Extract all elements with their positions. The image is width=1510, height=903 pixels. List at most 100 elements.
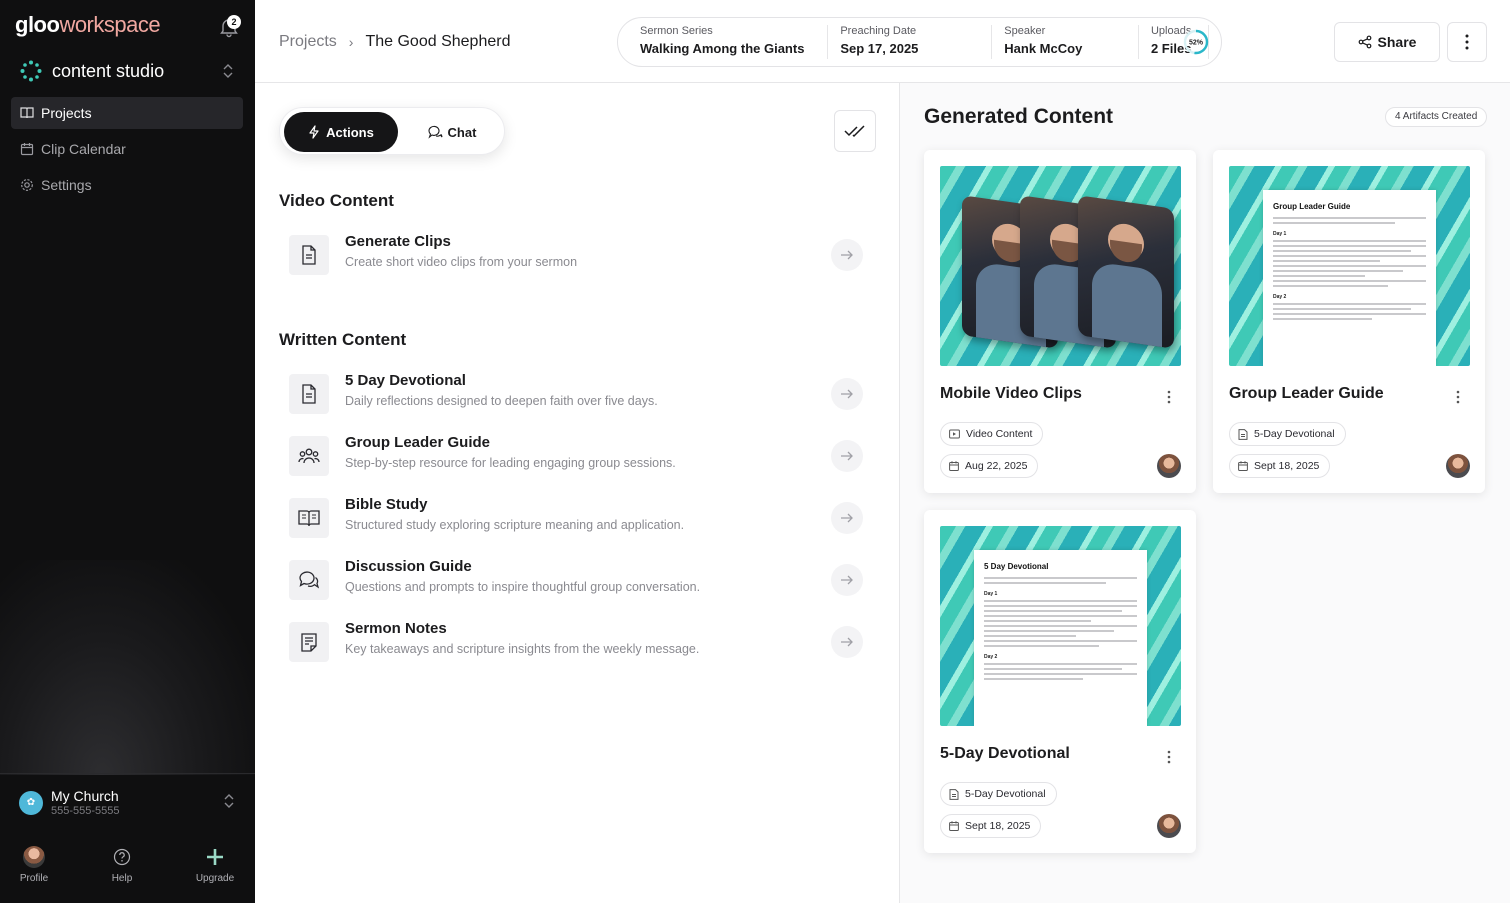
share-button[interactable]: Share <box>1334 22 1440 62</box>
open-book-icon <box>289 498 329 538</box>
share-label: Share <box>1377 34 1417 50</box>
arrow-right-icon[interactable] <box>831 239 863 271</box>
arrow-right-icon[interactable] <box>831 564 863 596</box>
studio-switcher[interactable]: content studio <box>20 58 242 84</box>
card-tag: 5-Day Devotional <box>1229 422 1346 446</box>
doc-preview-day1: Day 1 <box>984 591 998 597</box>
calendar-icon <box>949 461 959 471</box>
sermon-series: Sermon Series Walking Among the Giants <box>640 25 829 59</box>
more-menu-button[interactable] <box>1447 22 1487 62</box>
action-title: 5 Day Devotional <box>345 372 466 389</box>
tab-chat[interactable]: Chat <box>410 112 494 152</box>
help-button[interactable]: Help <box>102 845 142 884</box>
preaching-date-label: Preaching Date <box>840 25 917 37</box>
artifact-card-mobile-video-clips[interactable]: Mobile Video Clips Video Content Aug 22,… <box>924 150 1196 493</box>
brand-logo[interactable]: glooworkspace <box>15 12 161 38</box>
document-icon <box>289 374 329 414</box>
mark-complete-button[interactable] <box>834 110 876 152</box>
upgrade-button[interactable]: Upgrade <box>190 845 240 884</box>
chevron-updown-icon <box>224 794 234 808</box>
action-5-day-devotional[interactable]: 5 Day Devotional Daily reflections desig… <box>289 370 865 420</box>
written-content-heading: Written Content <box>279 330 407 349</box>
calendar-icon <box>20 143 34 156</box>
card-tag-label: 5-Day Devotional <box>1254 428 1335 440</box>
breadcrumb-projects[interactable]: Projects <box>279 33 337 51</box>
preaching-date-value: Sep 17, 2025 <box>840 41 919 56</box>
document-icon <box>289 235 329 275</box>
avatar <box>1157 454 1181 478</box>
sidebar-item-clip-calendar[interactable]: Clip Calendar <box>11 133 243 165</box>
action-description: Questions and prompts to inspire thought… <box>345 580 701 594</box>
profile-label: Profile <box>19 873 49 884</box>
brand-primary: gloo <box>15 12 60 37</box>
calendar-icon <box>949 821 959 831</box>
action-sermon-notes[interactable]: Sermon Notes Key takeaways and scripture… <box>289 618 865 668</box>
sidebar: glooworkspace 2 content studio Projects … <box>0 0 255 903</box>
artifact-card-5-day-devotional[interactable]: 5 Day Devotional Day 1 Day 2 5-Day Devot… <box>924 510 1196 853</box>
card-date: Sept 18, 2025 <box>1229 454 1331 478</box>
action-generate-clips[interactable]: Generate Clips Create short video clips … <box>289 231 865 281</box>
church-logo-icon: ✿ <box>19 790 43 815</box>
top-header: Projects › The Good Shepherd Sermon Seri… <box>255 0 1510 83</box>
kebab-icon[interactable] <box>1167 750 1171 764</box>
card-title: Mobile Video Clips <box>940 385 1082 402</box>
action-bible-study[interactable]: Bible Study Structured study exploring s… <box>289 494 865 544</box>
arrow-right-icon[interactable] <box>831 378 863 410</box>
breadcrumb: Projects › The Good Shepherd <box>279 33 510 51</box>
chat-bubbles-icon <box>289 560 329 600</box>
arrow-right-icon[interactable] <box>831 502 863 534</box>
document-preview: Group Leader Guide Day 1 Day 2 <box>1263 190 1436 366</box>
card-tag: 5-Day Devotional <box>940 782 1057 806</box>
avatar <box>1446 454 1470 478</box>
speaker: Speaker Hank McCoy <box>1004 25 1139 59</box>
group-guide-thumbnail: Group Leader Guide Day 1 Day 2 <box>1229 166 1470 366</box>
action-group-leader-guide[interactable]: Group Leader Guide Step-by-step resource… <box>289 432 865 482</box>
card-date: Aug 22, 2025 <box>940 454 1039 478</box>
action-description: Create short video clips from your sermo… <box>345 255 578 269</box>
chevron-right-icon: › <box>348 34 354 50</box>
church-switcher[interactable]: ✿ My Church 555-555-5555 <box>0 773 255 831</box>
artifacts-count-badge: 4 Artifacts Created <box>1385 107 1488 127</box>
action-title: Discussion Guide <box>345 558 472 575</box>
doc-preview-title: Group Leader Guide <box>1273 202 1351 211</box>
calendar-icon <box>1238 461 1248 471</box>
action-title: Sermon Notes <box>345 620 447 637</box>
double-check-icon <box>844 125 865 138</box>
kebab-icon[interactable] <box>1456 390 1460 404</box>
card-title: 5-Day Devotional <box>940 745 1070 762</box>
card-tag-label: Video Content <box>966 428 1033 440</box>
document-preview: 5 Day Devotional Day 1 Day 2 <box>974 550 1147 726</box>
preaching-date: Preaching Date Sep 17, 2025 <box>840 25 993 59</box>
action-description: Structured study exploring scripture mea… <box>345 518 685 532</box>
lightning-icon <box>309 125 319 139</box>
doc-preview-day2: Day 2 <box>1273 294 1287 300</box>
arrow-right-icon[interactable] <box>831 626 863 658</box>
church-phone: 555-555-5555 <box>51 805 120 817</box>
mode-toggle: Actions Chat <box>279 107 505 155</box>
document-icon <box>949 788 959 800</box>
action-discussion-guide[interactable]: Discussion Guide Questions and prompts t… <box>289 556 865 606</box>
card-date: Sept 18, 2025 <box>940 814 1042 838</box>
notes-icon <box>289 622 329 662</box>
help-icon <box>113 848 131 866</box>
avatar <box>23 846 45 868</box>
book-open-icon <box>20 107 34 119</box>
card-date-label: Aug 22, 2025 <box>965 460 1028 472</box>
action-description: Key takeaways and scripture insights fro… <box>345 642 700 656</box>
church-name: My Church <box>51 788 119 804</box>
sidebar-item-label: Settings <box>41 177 92 193</box>
profile-button[interactable]: Profile <box>14 845 54 884</box>
artifact-card-group-leader-guide[interactable]: Group Leader Guide Day 1 Day 2 Group Lea… <box>1213 150 1485 493</box>
devotional-thumbnail: 5 Day Devotional Day 1 Day 2 <box>940 526 1181 726</box>
arrow-right-icon[interactable] <box>831 440 863 472</box>
kebab-icon[interactable] <box>1167 390 1171 404</box>
tab-actions[interactable]: Actions <box>284 112 398 152</box>
project-info-bar: Sermon Series Walking Among the Giants P… <box>617 17 1222 67</box>
sidebar-item-projects[interactable]: Projects <box>11 97 243 129</box>
video-content-heading: Video Content <box>279 191 394 210</box>
card-date-label: Sept 18, 2025 <box>1254 460 1320 472</box>
sidebar-item-settings[interactable]: Settings <box>11 169 243 201</box>
tab-actions-label: Actions <box>326 124 374 140</box>
speaker-label: Speaker <box>1004 25 1046 37</box>
action-title: Bible Study <box>345 496 428 513</box>
